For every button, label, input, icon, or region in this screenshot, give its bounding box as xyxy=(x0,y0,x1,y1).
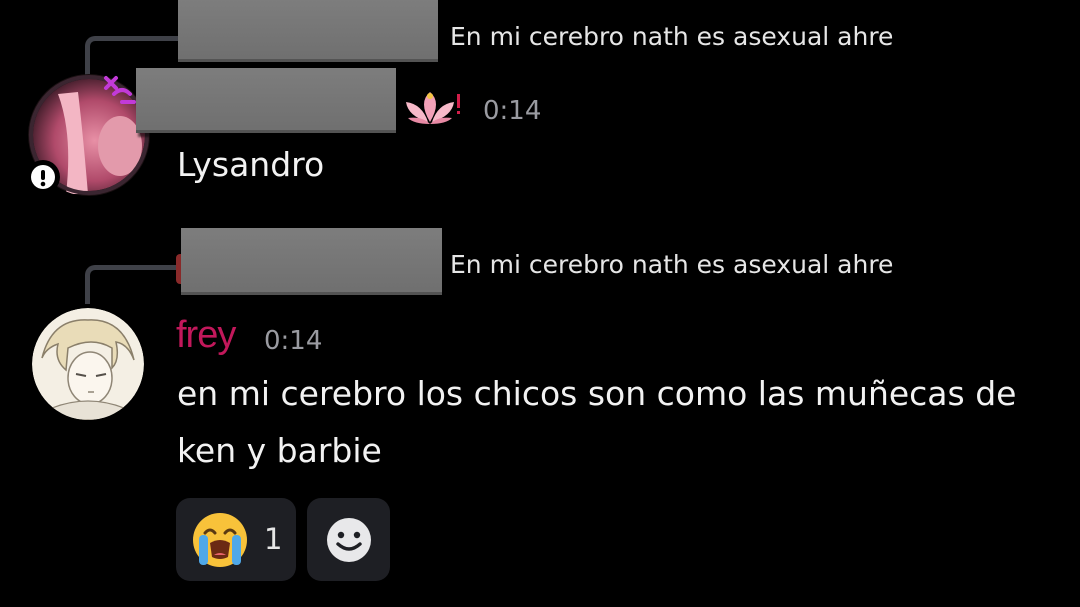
message-timestamp: 0:14 xyxy=(264,326,323,356)
author-name[interactable]: frey xyxy=(176,314,236,357)
reply-preview-text[interactable]: En mi cerebro nath es asexual ahre xyxy=(450,22,893,51)
avatar-image xyxy=(32,308,144,420)
add-reaction-smiley-icon xyxy=(327,518,371,562)
reaction-count: 1 xyxy=(264,522,283,556)
message-text-line-2[interactable]: ken y barbie xyxy=(177,422,382,479)
message-timestamp: 0:14 xyxy=(483,96,542,126)
loudly-crying-emoji-icon xyxy=(193,513,247,567)
redacted-reply-author xyxy=(181,228,442,295)
message-text[interactable]: Lysandro xyxy=(177,136,324,193)
redacted-reply-author xyxy=(178,0,438,62)
redacted-author-name xyxy=(136,68,396,133)
exclamation-badge-icon xyxy=(26,160,60,194)
avatar[interactable] xyxy=(32,308,144,420)
reaction-button[interactable]: 1 xyxy=(176,498,296,581)
lotus-flower-icon xyxy=(406,92,460,124)
add-reaction-button[interactable] xyxy=(307,498,390,581)
message-text-line-1[interactable]: en mi cerebro los chicos son como las mu… xyxy=(177,365,1016,422)
reply-connector-line xyxy=(85,265,185,304)
avatar-decoration-icon xyxy=(104,76,136,104)
reply-preview-text[interactable]: En mi cerebro nath es asexual ahre xyxy=(450,250,893,279)
